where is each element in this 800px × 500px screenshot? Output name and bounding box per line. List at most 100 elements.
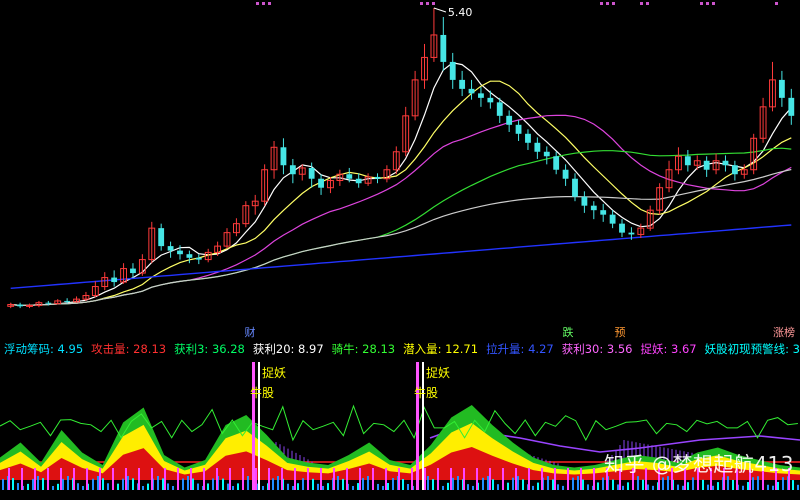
top-dot — [262, 2, 265, 5]
candle-body — [553, 156, 560, 170]
volume-bar — [122, 478, 124, 490]
ma10-line — [10, 80, 792, 306]
volume-bar — [532, 485, 534, 490]
indicator-item: 获利20: 8.97 — [252, 342, 324, 356]
volume-bar — [627, 482, 629, 490]
magenta-bar — [281, 468, 283, 490]
volume-bar — [2, 478, 4, 490]
magenta-bar — [437, 468, 439, 490]
volume-bar — [287, 483, 289, 490]
candle-body — [543, 151, 550, 157]
candle-body — [111, 277, 118, 283]
candle-body — [308, 167, 315, 179]
magenta-bar — [99, 468, 101, 490]
volume-bar — [157, 476, 159, 490]
event-marker: 涨榜 — [773, 325, 795, 339]
magenta-bar — [515, 468, 517, 490]
volume-bar — [167, 483, 169, 490]
signal-label-top: 捉妖 — [426, 365, 450, 380]
volume-bar — [212, 478, 214, 490]
magenta-bar — [554, 468, 556, 490]
candle-body — [788, 97, 795, 116]
volume-bar — [732, 479, 734, 490]
top-dot — [256, 2, 259, 5]
candle-body — [487, 97, 494, 103]
volume-bar — [102, 478, 104, 490]
volume-bar — [637, 476, 639, 490]
volume-bar — [37, 476, 39, 490]
candle-body — [186, 254, 193, 258]
candle-body — [562, 169, 569, 179]
volume-bar — [582, 479, 584, 490]
volume-bar — [337, 476, 339, 490]
magenta-bar — [164, 468, 166, 490]
volume-bar — [472, 485, 474, 490]
top-dot — [268, 2, 271, 5]
volume-bar — [647, 484, 649, 490]
volume-bar — [692, 477, 694, 490]
volume-bar — [407, 484, 409, 490]
volume-bar — [487, 476, 489, 490]
volume-bar — [552, 479, 554, 490]
magenta-bar — [541, 468, 543, 490]
volume-bar — [117, 483, 119, 490]
magenta-bar — [294, 468, 296, 490]
candle-body — [289, 165, 296, 175]
magenta-bar — [385, 468, 387, 490]
top-dot — [606, 2, 609, 5]
top-dot — [426, 2, 429, 5]
signal-label-bottom: 牛股 — [414, 385, 438, 400]
top-dot — [432, 2, 435, 5]
candle-body — [280, 147, 287, 166]
volume-bar — [622, 485, 624, 490]
candle-body — [17, 304, 24, 307]
candle-body — [703, 160, 710, 170]
volume-bar — [777, 481, 779, 490]
magenta-bar — [307, 468, 309, 490]
magenta-bar — [138, 468, 140, 490]
candle-body — [590, 205, 597, 211]
indicator-row: 浮动筹码: 4.95 攻击量: 28.13 获利3: 36.28 获利20: 8.97… — [0, 340, 800, 358]
ma5-line — [10, 62, 792, 306]
magenta-bar — [476, 468, 478, 490]
candle-body — [449, 61, 456, 80]
candle-body — [515, 124, 522, 134]
volume-bar — [322, 485, 324, 490]
volume-bar — [772, 485, 774, 490]
volume-bar — [207, 483, 209, 490]
volume-bar — [127, 476, 129, 490]
volume-bar — [432, 479, 434, 490]
volume-bar — [687, 482, 689, 490]
volume-bar — [402, 479, 404, 490]
magenta-bar — [528, 468, 530, 490]
volume-bar — [182, 478, 184, 490]
volume-bar — [27, 483, 29, 490]
volume-bar — [82, 485, 84, 490]
volume-bar — [537, 482, 539, 490]
volume-bar — [587, 484, 589, 490]
candle-body — [130, 268, 136, 274]
volume-bar — [352, 485, 354, 490]
volume-bar — [262, 485, 264, 490]
ma-long-line — [10, 224, 792, 289]
candle-body — [374, 176, 381, 179]
candle-body — [722, 160, 729, 166]
volume-bar — [707, 484, 709, 490]
volume-bar — [292, 485, 294, 490]
volume-bar — [667, 476, 669, 490]
candle-body — [177, 250, 183, 255]
volume-bar — [367, 476, 369, 490]
volume-bar — [767, 484, 769, 490]
magenta-bar — [8, 468, 10, 490]
volume-bar — [377, 483, 379, 490]
candle-body — [318, 178, 324, 188]
candlesticks — [7, 8, 795, 309]
magenta-bar — [333, 468, 335, 490]
candle-body — [572, 178, 578, 197]
magenta-bar — [372, 468, 374, 490]
magenta-bar — [190, 468, 192, 490]
volume-bar — [302, 478, 304, 490]
indicator-item: 获利3: 36.28 — [174, 342, 245, 356]
volume-bar — [192, 478, 194, 490]
magenta-bar — [60, 468, 62, 490]
